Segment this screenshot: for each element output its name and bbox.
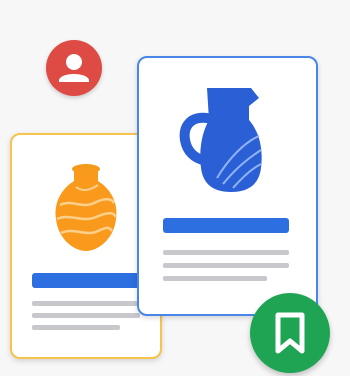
card-back-line-1: [32, 301, 140, 306]
card-front-title-bar: [163, 218, 289, 233]
card-front-line-1: [163, 250, 289, 255]
vase-icon: [48, 159, 124, 255]
card-back-line-3: [32, 325, 120, 330]
card-back-line-2: [32, 313, 140, 318]
bookmark-icon: [250, 293, 330, 373]
pitcher-icon: [177, 80, 273, 196]
card-front-line-3: [163, 276, 267, 281]
illustration: [0, 0, 350, 376]
card-back-title-bar: [32, 273, 140, 288]
account-circle-icon: [46, 40, 102, 96]
product-card-front: [137, 56, 318, 316]
card-front-line-2: [163, 263, 289, 268]
